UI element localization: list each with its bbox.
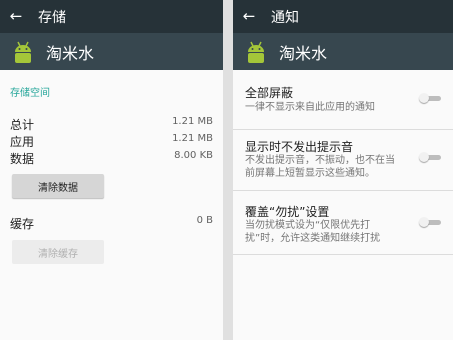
stat-value: 8.00 KB (174, 150, 213, 161)
cache-label: 缓存 (10, 217, 35, 231)
back-arrow-icon[interactable]: ← (0, 0, 32, 33)
back-arrow-icon[interactable]: ← (233, 0, 265, 33)
setting-title: 显示时不发出提示音 (245, 140, 354, 154)
stat-value: 1.21 MB (172, 116, 213, 127)
page-title: 存储 (38, 9, 66, 26)
app-header: 淘米水 (0, 33, 223, 70)
setting-override-dnd[interactable]: 覆盖“勿扰”设置 当勿扰模式设为“仅限优先打扰”时，允许这类通知继续打扰 (233, 191, 453, 255)
setting-silent[interactable]: 显示时不发出提示音 不发出提示音，不振动，也不在当前屏幕上短暂显示这些通知。 (233, 130, 453, 191)
app-header: 淘米水 (233, 33, 453, 70)
storage-screen: ← 存储 淘米水 存储空间 总计 1.21 MB 应用 1.21 MB 数据 8… (0, 0, 223, 340)
setting-title: 覆盖“勿扰”设置 (245, 205, 330, 219)
clear-cache-button[interactable]: 清除缓存 (12, 240, 104, 264)
stat-label: 数据 (10, 152, 35, 166)
notification-toolbar: ← 通知 (233, 0, 453, 33)
stat-row-total: 总计 1.21 MB (10, 116, 213, 133)
stat-row-data: 数据 8.00 KB (10, 150, 213, 167)
setting-title: 全部屏蔽 (245, 86, 294, 100)
stat-value: 1.21 MB (172, 133, 213, 144)
silent-toggle[interactable] (419, 152, 441, 162)
override-dnd-toggle[interactable] (419, 217, 441, 227)
setting-description: 一律不显示来自此应用的通知 (245, 102, 375, 113)
storage-section-label: 存储空间 (10, 88, 50, 99)
stat-label: 总计 (10, 118, 35, 132)
setting-description: 当勿扰模式设为“仅限优先打扰”时，允许这类通知继续打扰 (245, 220, 381, 244)
setting-description: 不发出提示音，不振动，也不在当前屏幕上短暂显示这些通知。 (245, 155, 395, 179)
app-name: 淘米水 (279, 43, 328, 63)
stat-label: 应用 (10, 135, 35, 149)
toggle-thumb (419, 217, 429, 227)
android-icon (248, 41, 264, 63)
android-icon (15, 41, 31, 63)
block-all-toggle[interactable] (419, 93, 441, 103)
clear-data-button[interactable]: 清除数据 (12, 174, 104, 198)
setting-block-all[interactable]: 全部屏蔽 一律不显示来自此应用的通知 (233, 70, 453, 130)
notification-screen: ← 通知 淘米水 全部屏蔽 一律不显示来自此应用的通知 显示时不发出提示音 不发… (233, 0, 453, 340)
toggle-thumb (419, 93, 429, 103)
cache-value: 0 B (196, 215, 213, 226)
storage-toolbar: ← 存储 (0, 0, 223, 33)
toggle-thumb (419, 152, 429, 162)
app-name: 淘米水 (46, 43, 95, 63)
stat-row-app: 应用 1.21 MB (10, 133, 213, 150)
page-title: 通知 (271, 9, 299, 26)
cache-row: 缓存 0 B (10, 215, 213, 232)
